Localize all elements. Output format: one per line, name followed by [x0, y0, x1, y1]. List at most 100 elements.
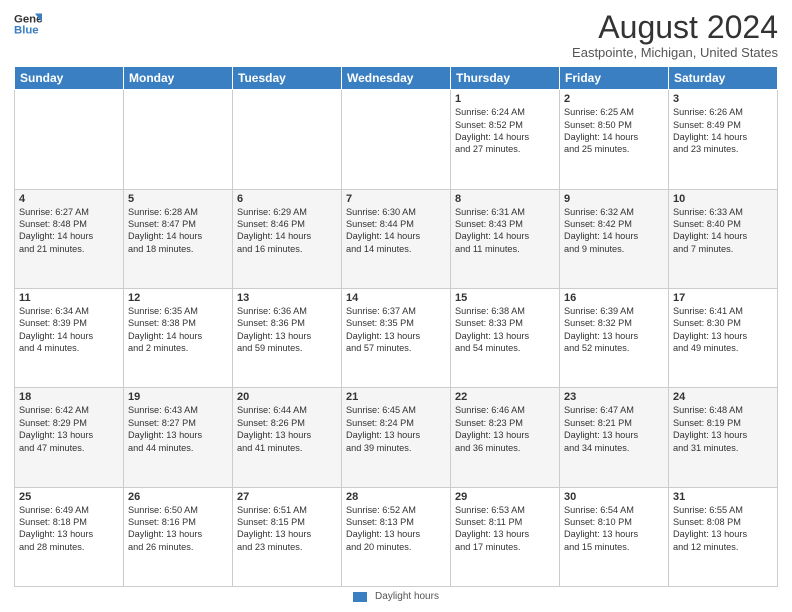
calendar-cell: 10Sunrise: 6:33 AM Sunset: 8:40 PM Dayli… — [669, 189, 778, 288]
day-number: 23 — [564, 391, 664, 403]
calendar-cell: 22Sunrise: 6:46 AM Sunset: 8:23 PM Dayli… — [451, 388, 560, 487]
day-number: 26 — [128, 491, 228, 503]
legend-label: Daylight hours — [375, 591, 439, 602]
week-row-4: 18Sunrise: 6:42 AM Sunset: 8:29 PM Dayli… — [15, 388, 778, 487]
header: General Blue August 2024 Eastpointe, Mic… — [14, 10, 778, 60]
calendar-cell: 7Sunrise: 6:30 AM Sunset: 8:44 PM Daylig… — [342, 189, 451, 288]
cell-info: Sunrise: 6:42 AM Sunset: 8:29 PM Dayligh… — [19, 404, 119, 454]
subtitle: Eastpointe, Michigan, United States — [572, 45, 778, 60]
col-header-sunday: Sunday — [15, 67, 124, 90]
cell-info: Sunrise: 6:29 AM Sunset: 8:46 PM Dayligh… — [237, 206, 337, 256]
day-number: 24 — [673, 391, 773, 403]
day-number: 10 — [673, 193, 773, 205]
calendar-cell — [342, 90, 451, 189]
calendar-cell: 5Sunrise: 6:28 AM Sunset: 8:47 PM Daylig… — [124, 189, 233, 288]
cell-info: Sunrise: 6:27 AM Sunset: 8:48 PM Dayligh… — [19, 206, 119, 256]
col-header-thursday: Thursday — [451, 67, 560, 90]
calendar-cell — [124, 90, 233, 189]
cell-info: Sunrise: 6:26 AM Sunset: 8:49 PM Dayligh… — [673, 106, 773, 156]
footer: Daylight hours — [14, 591, 778, 602]
calendar-cell: 29Sunrise: 6:53 AM Sunset: 8:11 PM Dayli… — [451, 487, 560, 586]
calendar-cell: 4Sunrise: 6:27 AM Sunset: 8:48 PM Daylig… — [15, 189, 124, 288]
cell-info: Sunrise: 6:35 AM Sunset: 8:38 PM Dayligh… — [128, 305, 228, 355]
legend-box — [353, 592, 367, 602]
calendar-cell: 2Sunrise: 6:25 AM Sunset: 8:50 PM Daylig… — [560, 90, 669, 189]
cell-info: Sunrise: 6:33 AM Sunset: 8:40 PM Dayligh… — [673, 206, 773, 256]
calendar-cell: 9Sunrise: 6:32 AM Sunset: 8:42 PM Daylig… — [560, 189, 669, 288]
day-number: 13 — [237, 292, 337, 304]
week-row-2: 4Sunrise: 6:27 AM Sunset: 8:48 PM Daylig… — [15, 189, 778, 288]
day-number: 12 — [128, 292, 228, 304]
title-block: August 2024 Eastpointe, Michigan, United… — [572, 10, 778, 60]
calendar-cell — [15, 90, 124, 189]
day-number: 19 — [128, 391, 228, 403]
calendar-table: SundayMondayTuesdayWednesdayThursdayFrid… — [14, 66, 778, 587]
cell-info: Sunrise: 6:24 AM Sunset: 8:52 PM Dayligh… — [455, 106, 555, 156]
cell-info: Sunrise: 6:51 AM Sunset: 8:15 PM Dayligh… — [237, 504, 337, 554]
cell-info: Sunrise: 6:37 AM Sunset: 8:35 PM Dayligh… — [346, 305, 446, 355]
main-title: August 2024 — [572, 10, 778, 45]
calendar-cell: 17Sunrise: 6:41 AM Sunset: 8:30 PM Dayli… — [669, 288, 778, 387]
calendar-cell: 1Sunrise: 6:24 AM Sunset: 8:52 PM Daylig… — [451, 90, 560, 189]
calendar-cell: 11Sunrise: 6:34 AM Sunset: 8:39 PM Dayli… — [15, 288, 124, 387]
day-number: 1 — [455, 93, 555, 105]
cell-info: Sunrise: 6:54 AM Sunset: 8:10 PM Dayligh… — [564, 504, 664, 554]
calendar-cell: 13Sunrise: 6:36 AM Sunset: 8:36 PM Dayli… — [233, 288, 342, 387]
cell-info: Sunrise: 6:30 AM Sunset: 8:44 PM Dayligh… — [346, 206, 446, 256]
calendar-cell: 31Sunrise: 6:55 AM Sunset: 8:08 PM Dayli… — [669, 487, 778, 586]
day-number: 30 — [564, 491, 664, 503]
col-header-friday: Friday — [560, 67, 669, 90]
svg-text:Blue: Blue — [14, 25, 39, 37]
cell-info: Sunrise: 6:34 AM Sunset: 8:39 PM Dayligh… — [19, 305, 119, 355]
calendar-cell: 8Sunrise: 6:31 AM Sunset: 8:43 PM Daylig… — [451, 189, 560, 288]
cell-info: Sunrise: 6:48 AM Sunset: 8:19 PM Dayligh… — [673, 404, 773, 454]
day-number: 8 — [455, 193, 555, 205]
cell-info: Sunrise: 6:25 AM Sunset: 8:50 PM Dayligh… — [564, 106, 664, 156]
day-number: 5 — [128, 193, 228, 205]
cell-info: Sunrise: 6:39 AM Sunset: 8:32 PM Dayligh… — [564, 305, 664, 355]
logo: General Blue — [14, 10, 42, 38]
cell-info: Sunrise: 6:52 AM Sunset: 8:13 PM Dayligh… — [346, 504, 446, 554]
cell-info: Sunrise: 6:38 AM Sunset: 8:33 PM Dayligh… — [455, 305, 555, 355]
day-number: 28 — [346, 491, 446, 503]
calendar-cell: 19Sunrise: 6:43 AM Sunset: 8:27 PM Dayli… — [124, 388, 233, 487]
day-number: 31 — [673, 491, 773, 503]
logo-icon: General Blue — [14, 10, 42, 38]
calendar-cell: 27Sunrise: 6:51 AM Sunset: 8:15 PM Dayli… — [233, 487, 342, 586]
calendar-cell: 14Sunrise: 6:37 AM Sunset: 8:35 PM Dayli… — [342, 288, 451, 387]
day-number: 2 — [564, 93, 664, 105]
cell-info: Sunrise: 6:46 AM Sunset: 8:23 PM Dayligh… — [455, 404, 555, 454]
cell-info: Sunrise: 6:31 AM Sunset: 8:43 PM Dayligh… — [455, 206, 555, 256]
day-number: 6 — [237, 193, 337, 205]
day-number: 18 — [19, 391, 119, 403]
calendar-cell: 20Sunrise: 6:44 AM Sunset: 8:26 PM Dayli… — [233, 388, 342, 487]
calendar-cell: 12Sunrise: 6:35 AM Sunset: 8:38 PM Dayli… — [124, 288, 233, 387]
day-number: 17 — [673, 292, 773, 304]
cell-info: Sunrise: 6:43 AM Sunset: 8:27 PM Dayligh… — [128, 404, 228, 454]
day-number: 11 — [19, 292, 119, 304]
calendar-cell: 6Sunrise: 6:29 AM Sunset: 8:46 PM Daylig… — [233, 189, 342, 288]
calendar-cell: 26Sunrise: 6:50 AM Sunset: 8:16 PM Dayli… — [124, 487, 233, 586]
day-number: 20 — [237, 391, 337, 403]
day-number: 16 — [564, 292, 664, 304]
col-header-saturday: Saturday — [669, 67, 778, 90]
cell-info: Sunrise: 6:47 AM Sunset: 8:21 PM Dayligh… — [564, 404, 664, 454]
day-number: 29 — [455, 491, 555, 503]
day-number: 4 — [19, 193, 119, 205]
calendar-header-row: SundayMondayTuesdayWednesdayThursdayFrid… — [15, 67, 778, 90]
cell-info: Sunrise: 6:28 AM Sunset: 8:47 PM Dayligh… — [128, 206, 228, 256]
day-number: 9 — [564, 193, 664, 205]
cell-info: Sunrise: 6:50 AM Sunset: 8:16 PM Dayligh… — [128, 504, 228, 554]
day-number: 15 — [455, 292, 555, 304]
col-header-tuesday: Tuesday — [233, 67, 342, 90]
calendar-cell: 28Sunrise: 6:52 AM Sunset: 8:13 PM Dayli… — [342, 487, 451, 586]
calendar-cell: 23Sunrise: 6:47 AM Sunset: 8:21 PM Dayli… — [560, 388, 669, 487]
cell-info: Sunrise: 6:55 AM Sunset: 8:08 PM Dayligh… — [673, 504, 773, 554]
calendar-cell — [233, 90, 342, 189]
calendar-cell: 3Sunrise: 6:26 AM Sunset: 8:49 PM Daylig… — [669, 90, 778, 189]
page: General Blue August 2024 Eastpointe, Mic… — [0, 0, 792, 612]
week-row-1: 1Sunrise: 6:24 AM Sunset: 8:52 PM Daylig… — [15, 90, 778, 189]
day-number: 27 — [237, 491, 337, 503]
calendar-cell: 30Sunrise: 6:54 AM Sunset: 8:10 PM Dayli… — [560, 487, 669, 586]
week-row-3: 11Sunrise: 6:34 AM Sunset: 8:39 PM Dayli… — [15, 288, 778, 387]
